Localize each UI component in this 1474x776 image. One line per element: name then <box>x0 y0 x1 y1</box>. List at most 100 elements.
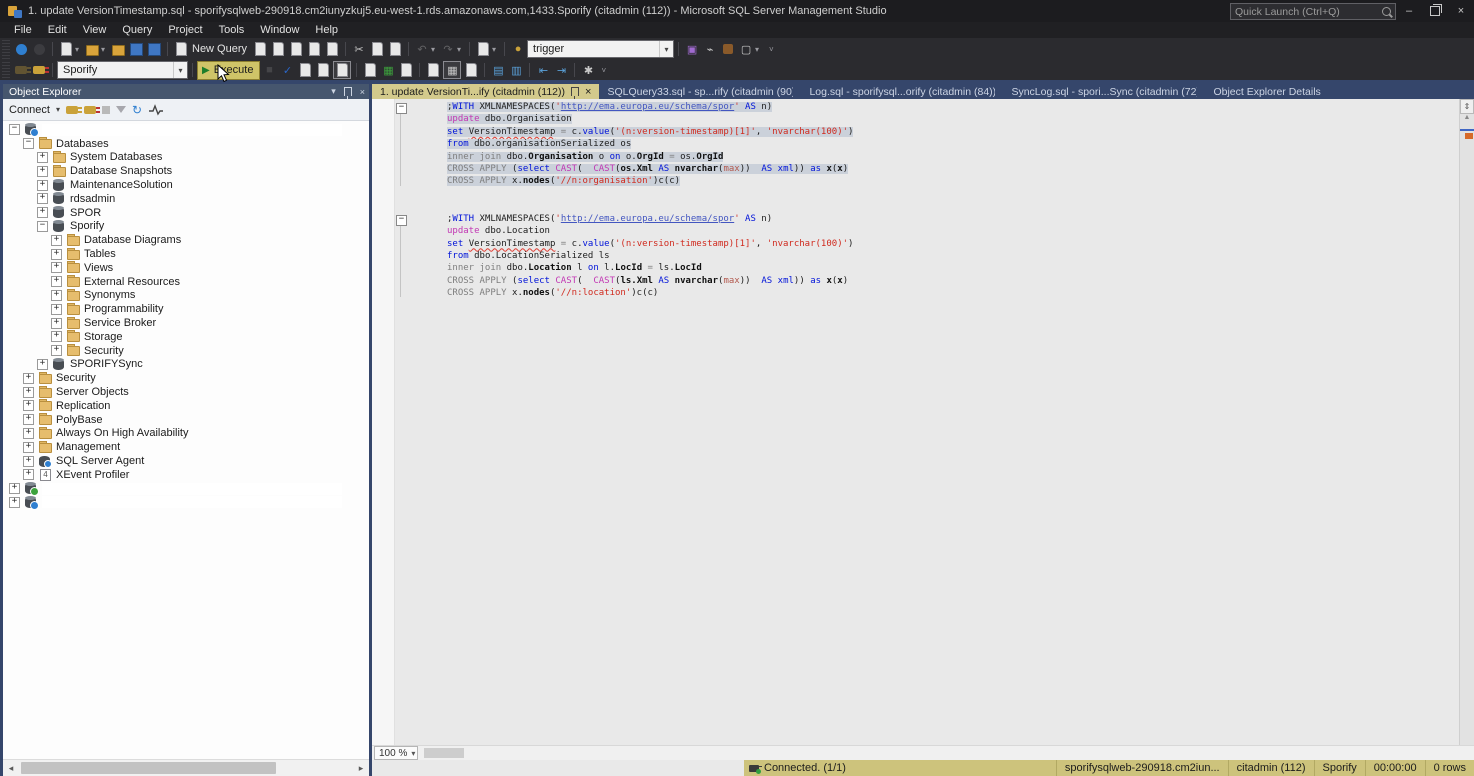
menu-edit[interactable]: Edit <box>40 22 75 38</box>
fold-collapse-icon[interactable]: − <box>396 103 407 114</box>
scrollbar-thumb[interactable] <box>21 762 276 774</box>
expand-icon[interactable]: + <box>37 152 48 163</box>
connect-plug-icon[interactable] <box>66 106 78 114</box>
parse-icon[interactable]: ✓ <box>279 62 295 78</box>
expand-icon[interactable]: + <box>37 359 48 370</box>
tree-item-service-broker[interactable]: +Service Broker <box>3 316 369 330</box>
toolbar-overflow-icon[interactable]: ˅ <box>769 45 777 54</box>
tree-item-databases[interactable]: −Databases <box>3 137 369 151</box>
database-engine-query-icon[interactable] <box>252 41 268 57</box>
tree-item-maintenancesolution[interactable]: +MaintenanceSolution <box>3 178 369 192</box>
display-estimated-plan-icon[interactable] <box>297 62 313 78</box>
tree-item-management[interactable]: +Management <box>3 440 369 454</box>
database-combobox[interactable]: Sporify ▾ <box>57 61 188 79</box>
add-item-icon[interactable] <box>110 41 126 57</box>
client-statistics-icon[interactable] <box>398 62 414 78</box>
redo-icon[interactable]: ↷ <box>440 41 456 57</box>
close-icon[interactable]: × <box>585 87 591 97</box>
tree-item-external-resources[interactable]: +External Resources <box>3 275 369 289</box>
tree-item-sql-server-agent[interactable]: +SQL Server Agent <box>3 454 369 468</box>
collapse-icon[interactable]: − <box>9 124 20 135</box>
xmla-query-icon[interactable] <box>306 41 322 57</box>
tree-item-polybase[interactable]: +PolyBase <box>3 413 369 427</box>
connect-icon[interactable] <box>13 62 29 78</box>
tree-item-security[interactable]: +Security <box>3 344 369 358</box>
new-query-icon[interactable] <box>173 41 189 57</box>
console-icon[interactable]: ▢ <box>738 41 754 57</box>
tree-item-server-objects[interactable]: +Server Objects <box>3 385 369 399</box>
toolbar-grip[interactable] <box>2 60 10 80</box>
expand-icon[interactable]: + <box>9 483 20 494</box>
object-explorer-hscrollbar[interactable]: ◂ ▸ <box>3 759 369 776</box>
wrench-icon[interactable]: ⌁ <box>702 41 718 57</box>
results-to-file-icon[interactable] <box>463 62 479 78</box>
expand-icon[interactable]: + <box>23 400 34 411</box>
tree-item-sporifysync[interactable]: +SPORIFYSync <box>3 358 369 372</box>
expand-icon[interactable]: + <box>23 387 34 398</box>
tab[interactable]: 1. update VersionTi...ify (citadmin (112… <box>372 84 599 99</box>
expand-icon[interactable]: + <box>23 414 34 425</box>
tree-item-rdsadmin[interactable]: +rdsadmin <box>3 192 369 206</box>
tree-item-system-databases[interactable]: +System Databases <box>3 151 369 165</box>
pin-icon[interactable] <box>571 87 579 96</box>
tab[interactable]: Object Explorer Details <box>1205 84 1407 99</box>
scroll-up-icon[interactable]: ▲ <box>1460 114 1474 121</box>
code-window-icon[interactable]: ▣ <box>684 41 700 57</box>
connect-button[interactable]: Connect <box>9 104 50 116</box>
change-connection-icon[interactable] <box>31 62 47 78</box>
splitter-handle[interactable]: ⇕ <box>1460 99 1474 114</box>
menu-window[interactable]: Window <box>252 22 307 38</box>
dropdown-icon[interactable]: ▾ <box>431 45 439 54</box>
expand-icon[interactable]: + <box>51 345 62 356</box>
refresh-icon[interactable]: ↻ <box>132 103 142 117</box>
include-actual-plan-icon[interactable] <box>362 62 378 78</box>
editor-surface[interactable]: −;WITH XMLNAMESPACES('http://ema.europa.… <box>372 99 1460 746</box>
tree-item-tables[interactable]: +Tables <box>3 247 369 261</box>
dropdown-icon[interactable]: ▾ <box>101 45 109 54</box>
expand-icon[interactable]: + <box>37 166 48 177</box>
scrollbar-thumb[interactable] <box>424 748 464 758</box>
expand-icon[interactable]: + <box>23 469 34 480</box>
toolbar-grip[interactable] <box>2 38 10 60</box>
pin-icon[interactable] <box>344 87 352 96</box>
expand-icon[interactable]: + <box>23 428 34 439</box>
object-explorer-header[interactable]: Object Explorer ▾ × <box>3 84 369 99</box>
expand-icon[interactable]: + <box>37 180 48 191</box>
editor-vscrollbar[interactable]: ⇕ ▲ <box>1459 99 1474 746</box>
new-project-icon[interactable] <box>58 41 74 57</box>
navigate-back-icon[interactable] <box>13 41 29 57</box>
live-query-stats-icon[interactable]: ▦ <box>380 62 396 78</box>
tree-item-server[interactable]: − <box>3 123 369 137</box>
dropdown-icon[interactable]: ▾ <box>492 45 500 54</box>
new-query-button[interactable]: New Query <box>192 43 247 55</box>
restore-button[interactable] <box>1422 0 1448 22</box>
collapse-icon[interactable]: − <box>37 221 48 232</box>
tab[interactable]: Log.sql - sporifysql...orify (citadmin (… <box>801 84 1003 99</box>
fold-collapse-icon[interactable]: − <box>396 215 407 226</box>
object-explorer-tree[interactable]: − −Databases+System Databases+Database Sn… <box>3 121 369 759</box>
cancel-query-icon[interactable]: ■ <box>261 62 277 78</box>
expand-icon[interactable]: + <box>51 262 62 273</box>
undo-icon[interactable]: ↶ <box>414 41 430 57</box>
mdx-query-icon[interactable] <box>270 41 286 57</box>
expand-icon[interactable]: + <box>51 235 62 246</box>
minimize-button[interactable]: – <box>1396 0 1422 22</box>
expand-icon[interactable]: + <box>51 331 62 342</box>
uncomment-icon[interactable]: ▥ <box>508 62 524 78</box>
expand-icon[interactable]: + <box>37 193 48 204</box>
scroll-right-icon[interactable]: ▸ <box>353 763 369 774</box>
execute-button[interactable]: ▶ Execute <box>197 61 260 80</box>
tree-item-synonyms[interactable]: +Synonyms <box>3 289 369 303</box>
tree-item-database-diagrams[interactable]: +Database Diagrams <box>3 233 369 247</box>
close-icon[interactable]: × <box>360 87 365 97</box>
tree-item-security[interactable]: +Security <box>3 371 369 385</box>
tree-item-server[interactable]: + <box>3 482 369 496</box>
dropdown-icon[interactable]: ▾ <box>755 45 763 54</box>
find-combobox[interactable]: trigger ▾ <box>527 40 674 58</box>
chevron-down-icon[interactable]: ▾ <box>56 105 60 114</box>
selection-box-icon[interactable] <box>475 41 491 57</box>
scroll-left-icon[interactable]: ◂ <box>3 763 19 774</box>
decrease-indent-icon[interactable]: ⇤ <box>535 62 551 78</box>
toolbar-overflow-icon[interactable]: ˅ <box>601 66 609 75</box>
tree-item-database-snapshots[interactable]: +Database Snapshots <box>3 164 369 178</box>
